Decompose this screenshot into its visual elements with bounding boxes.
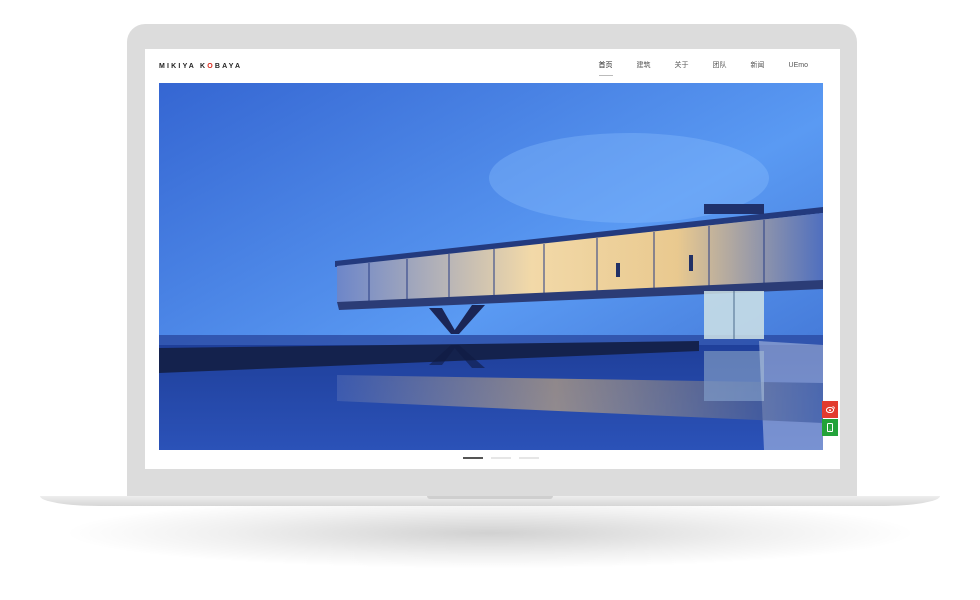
logo-text-part2: BAYA bbox=[214, 63, 243, 70]
building-rooftop-unit bbox=[704, 204, 764, 214]
hero-illustration bbox=[159, 83, 823, 450]
slider-dot-2[interactable] bbox=[491, 457, 511, 459]
logo-text-part1: MIKIYA K bbox=[159, 63, 208, 70]
person-silhouette bbox=[616, 263, 620, 277]
person-silhouette bbox=[689, 255, 693, 271]
nav-item-uemo[interactable]: UEmo bbox=[777, 61, 820, 71]
nav-item-architecture[interactable]: 建筑 bbox=[625, 61, 663, 71]
slider-dots bbox=[463, 457, 539, 459]
mobile-button[interactable] bbox=[822, 419, 838, 436]
weibo-icon bbox=[825, 406, 835, 413]
nav-item-news[interactable]: 新闻 bbox=[739, 61, 777, 71]
mobile-icon bbox=[827, 423, 833, 432]
site-logo[interactable]: MIKIYA KOBAYA bbox=[159, 63, 242, 70]
nav-item-team[interactable]: 团队 bbox=[701, 61, 739, 71]
slider-dot-1[interactable] bbox=[463, 457, 483, 459]
slider-dot-3[interactable] bbox=[519, 457, 539, 459]
main-nav: 首页 建筑 关于 团队 新闻 UEmo bbox=[587, 61, 820, 76]
nav-item-about[interactable]: 关于 bbox=[663, 61, 701, 71]
hero-image-slide[interactable] bbox=[159, 83, 823, 450]
website-screen: MIKIYA KOBAYA 首页 建筑 关于 团队 新闻 UEmo bbox=[145, 49, 840, 469]
laptop-shadow bbox=[70, 498, 910, 568]
nav-item-home[interactable]: 首页 bbox=[587, 61, 625, 76]
weibo-button[interactable] bbox=[822, 401, 838, 418]
logo-accent-letter: O bbox=[207, 63, 215, 70]
laptop-base-notch bbox=[427, 496, 553, 499]
